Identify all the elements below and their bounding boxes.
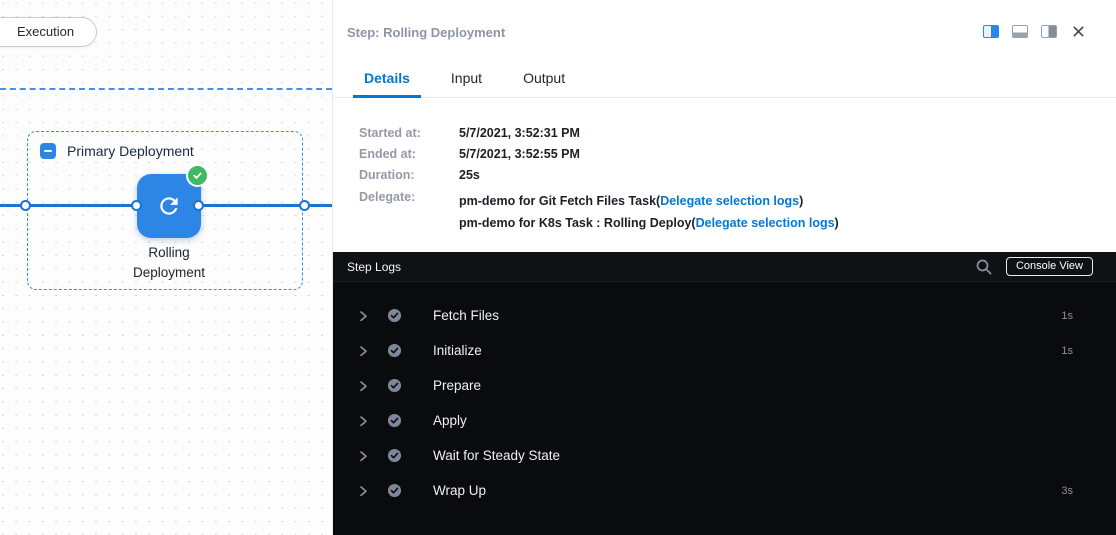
- connector-port: [131, 200, 142, 211]
- chevron-right-icon[interactable]: [355, 448, 371, 464]
- step-success-icon: [387, 308, 402, 323]
- details-section: Started at: 5/7/2021, 3:52:31 PM Ended a…: [333, 98, 1116, 252]
- step-logs-header: Step Logs Console View: [333, 252, 1116, 282]
- detail-label: Started at:: [333, 126, 459, 140]
- detail-label: Delegate:: [333, 190, 459, 204]
- detail-label: Ended at:: [333, 147, 459, 161]
- log-step-duration: 1s: [1061, 310, 1116, 322]
- log-step-duration: 1s: [1061, 345, 1116, 357]
- detail-row-started: Started at: 5/7/2021, 3:52:31 PM: [333, 122, 1116, 143]
- panel-title: Step: Rolling Deployment: [347, 25, 505, 40]
- chevron-right-icon[interactable]: [355, 413, 371, 429]
- step-detail-panel: Step: Rolling Deployment Details Input O…: [332, 0, 1116, 535]
- detail-row-duration: Duration: 25s: [333, 164, 1116, 185]
- detail-row-delegate: Delegate: pm-demo for Git Fetch Files Ta…: [333, 190, 1116, 211]
- tab-details[interactable]: Details: [353, 60, 421, 98]
- connector-port: [299, 200, 310, 211]
- right-pane-icon[interactable]: [1041, 25, 1057, 38]
- delegate-lines: pm-demo for Git Fetch Files Task(Delegat…: [459, 190, 839, 234]
- detail-value: 25s: [459, 168, 480, 182]
- log-step-row-prepare[interactable]: Prepare: [333, 368, 1116, 403]
- node-label: Rolling Deployment: [99, 243, 239, 283]
- log-step-label: Prepare: [433, 378, 481, 393]
- chevron-right-icon[interactable]: [355, 483, 371, 499]
- step-logs-section: Step Logs Console View Fetch: [333, 252, 1116, 535]
- connector-port: [193, 200, 204, 211]
- log-step-row-wait-for-steady-state[interactable]: Wait for Steady State: [333, 438, 1116, 473]
- step-success-icon: [387, 378, 402, 393]
- detail-tabs: Details Input Output: [333, 60, 1116, 98]
- log-step-row-fetch-files[interactable]: Fetch Files 1s: [333, 298, 1116, 333]
- execution-tab[interactable]: Execution: [0, 17, 97, 47]
- close-icon[interactable]: [1070, 23, 1086, 39]
- step-success-icon: [387, 343, 402, 358]
- bottom-pane-icon[interactable]: [1012, 25, 1028, 38]
- step-success-icon: [387, 413, 402, 428]
- log-step-label: Apply: [433, 413, 467, 428]
- stage-boundary-line: [0, 88, 332, 90]
- log-step-label: Wait for Steady State: [433, 448, 560, 463]
- log-step-row-apply[interactable]: Apply: [333, 403, 1116, 438]
- pipeline-canvas: Execution Primary Deployment Rollin: [0, 0, 332, 535]
- step-logs-title: Step Logs: [333, 260, 401, 274]
- step-success-icon: [387, 448, 402, 463]
- split-right-pane-icon[interactable]: [983, 25, 999, 38]
- log-step-row-wrap-up[interactable]: Wrap Up 3s: [333, 473, 1116, 508]
- detail-value: 5/7/2021, 3:52:31 PM: [459, 126, 580, 140]
- tab-output[interactable]: Output: [512, 60, 576, 98]
- detail-row-ended: Ended at: 5/7/2021, 3:52:55 PM: [333, 143, 1116, 164]
- group-header: Primary Deployment: [40, 143, 194, 159]
- delegate-selection-logs-link[interactable]: Delegate selection logs: [660, 194, 799, 208]
- refresh-rolling-deploy-icon: [156, 193, 182, 219]
- minus-icon: [44, 150, 52, 152]
- search-icon[interactable]: [975, 258, 993, 276]
- step-success-icon: [387, 483, 402, 498]
- success-check-icon: [186, 164, 209, 187]
- tab-input[interactable]: Input: [440, 60, 493, 98]
- log-rows: Fetch Files 1s Initialize 1s Prepare: [333, 282, 1116, 508]
- execution-screen: Execution Primary Deployment Rollin: [0, 0, 1116, 535]
- console-view-button[interactable]: Console View: [1006, 257, 1093, 276]
- log-step-label: Wrap Up: [433, 483, 486, 498]
- delegate-line: pm-demo for Git Fetch Files Task(Delegat…: [459, 190, 839, 212]
- chevron-right-icon[interactable]: [355, 308, 371, 324]
- chevron-right-icon[interactable]: [355, 343, 371, 359]
- log-step-label: Fetch Files: [433, 308, 499, 323]
- collapse-group-button[interactable]: [40, 143, 56, 159]
- log-step-duration: 3s: [1061, 485, 1116, 497]
- connector-port: [20, 200, 31, 211]
- panel-layout-controls: [983, 23, 1086, 39]
- delegate-selection-logs-link[interactable]: Delegate selection logs: [696, 216, 835, 230]
- group-label: Primary Deployment: [67, 143, 194, 159]
- chevron-right-icon[interactable]: [355, 378, 371, 394]
- delegate-line: pm-demo for K8s Task : Rolling Deploy(De…: [459, 212, 839, 234]
- log-step-row-initialize[interactable]: Initialize 1s: [333, 333, 1116, 368]
- log-step-label: Initialize: [433, 343, 482, 358]
- detail-value: 5/7/2021, 3:52:55 PM: [459, 147, 580, 161]
- detail-label: Duration:: [333, 168, 459, 182]
